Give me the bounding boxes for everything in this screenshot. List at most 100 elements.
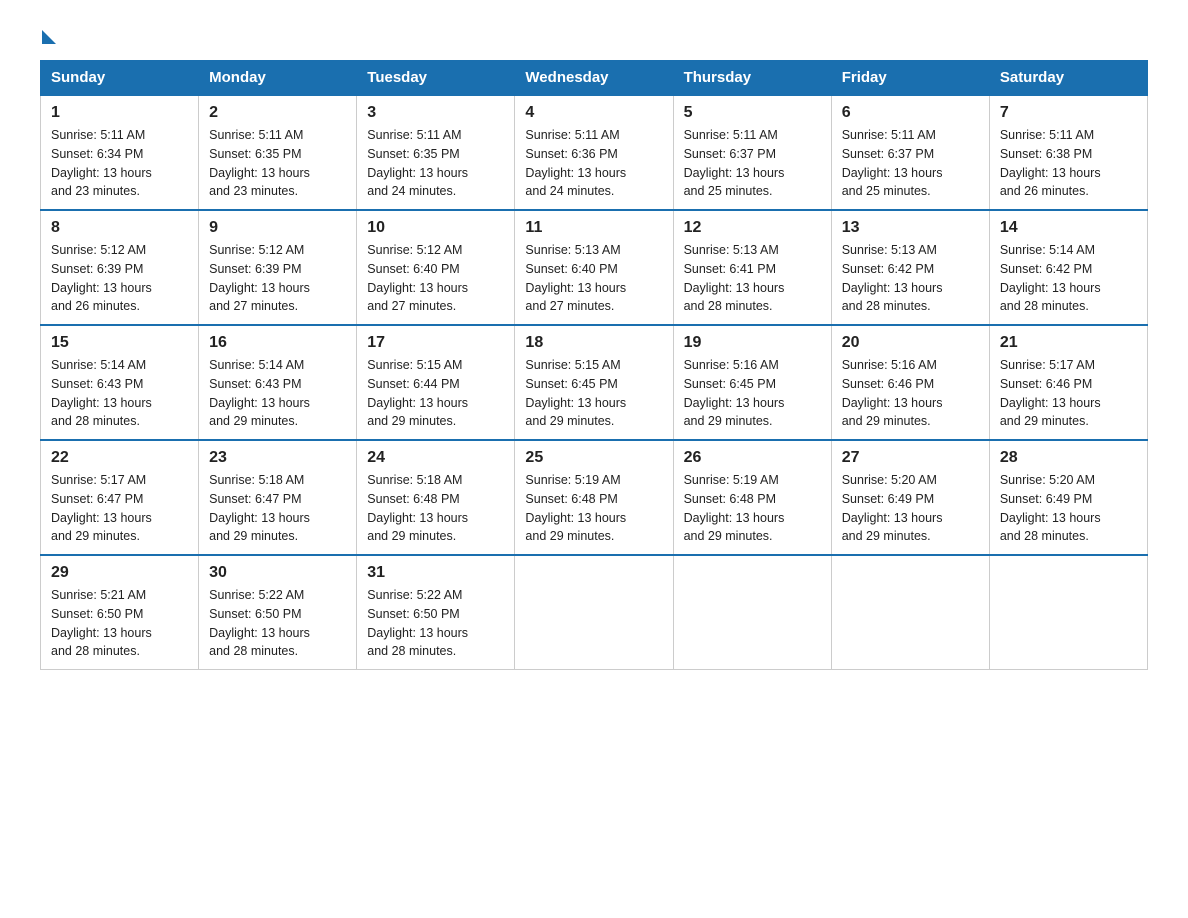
- calendar-header-row: SundayMondayTuesdayWednesdayThursdayFrid…: [41, 61, 1148, 96]
- day-info: Sunrise: 5:22 AMSunset: 6:50 PMDaylight:…: [367, 588, 468, 658]
- day-number: 5: [684, 104, 821, 122]
- calendar-cell: [673, 555, 831, 670]
- calendar-cell: 12 Sunrise: 5:13 AMSunset: 6:41 PMDaylig…: [673, 210, 831, 325]
- calendar-cell: 23 Sunrise: 5:18 AMSunset: 6:47 PMDaylig…: [199, 440, 357, 555]
- day-number: 15: [51, 334, 188, 352]
- calendar-cell: [515, 555, 673, 670]
- day-number: 10: [367, 219, 504, 237]
- calendar-cell: 26 Sunrise: 5:19 AMSunset: 6:48 PMDaylig…: [673, 440, 831, 555]
- calendar-cell: 7 Sunrise: 5:11 AMSunset: 6:38 PMDayligh…: [989, 95, 1147, 210]
- day-number: 21: [1000, 334, 1137, 352]
- day-number: 31: [367, 564, 504, 582]
- day-info: Sunrise: 5:11 AMSunset: 6:37 PMDaylight:…: [842, 128, 943, 198]
- logo: [40, 30, 56, 42]
- day-number: 30: [209, 564, 346, 582]
- weekday-header-sunday: Sunday: [41, 61, 199, 96]
- calendar-cell: 5 Sunrise: 5:11 AMSunset: 6:37 PMDayligh…: [673, 95, 831, 210]
- weekday-header-saturday: Saturday: [989, 61, 1147, 96]
- weekday-header-tuesday: Tuesday: [357, 61, 515, 96]
- day-info: Sunrise: 5:18 AMSunset: 6:48 PMDaylight:…: [367, 473, 468, 543]
- weekday-header-wednesday: Wednesday: [515, 61, 673, 96]
- calendar-cell: 30 Sunrise: 5:22 AMSunset: 6:50 PMDaylig…: [199, 555, 357, 670]
- day-info: Sunrise: 5:12 AMSunset: 6:40 PMDaylight:…: [367, 243, 468, 313]
- day-info: Sunrise: 5:20 AMSunset: 6:49 PMDaylight:…: [842, 473, 943, 543]
- day-number: 8: [51, 219, 188, 237]
- day-number: 18: [525, 334, 662, 352]
- day-info: Sunrise: 5:13 AMSunset: 6:41 PMDaylight:…: [684, 243, 785, 313]
- day-info: Sunrise: 5:14 AMSunset: 6:42 PMDaylight:…: [1000, 243, 1101, 313]
- day-info: Sunrise: 5:17 AMSunset: 6:47 PMDaylight:…: [51, 473, 152, 543]
- day-info: Sunrise: 5:12 AMSunset: 6:39 PMDaylight:…: [51, 243, 152, 313]
- calendar-cell: 18 Sunrise: 5:15 AMSunset: 6:45 PMDaylig…: [515, 325, 673, 440]
- calendar-cell: 21 Sunrise: 5:17 AMSunset: 6:46 PMDaylig…: [989, 325, 1147, 440]
- day-number: 25: [525, 449, 662, 467]
- calendar-cell: 1 Sunrise: 5:11 AMSunset: 6:34 PMDayligh…: [41, 95, 199, 210]
- day-number: 3: [367, 104, 504, 122]
- calendar-cell: 4 Sunrise: 5:11 AMSunset: 6:36 PMDayligh…: [515, 95, 673, 210]
- calendar-cell: 27 Sunrise: 5:20 AMSunset: 6:49 PMDaylig…: [831, 440, 989, 555]
- day-info: Sunrise: 5:17 AMSunset: 6:46 PMDaylight:…: [1000, 358, 1101, 428]
- calendar-cell: 9 Sunrise: 5:12 AMSunset: 6:39 PMDayligh…: [199, 210, 357, 325]
- weekday-header-thursday: Thursday: [673, 61, 831, 96]
- calendar-cell: [831, 555, 989, 670]
- day-number: 12: [684, 219, 821, 237]
- day-number: 1: [51, 104, 188, 122]
- calendar-cell: 28 Sunrise: 5:20 AMSunset: 6:49 PMDaylig…: [989, 440, 1147, 555]
- calendar-cell: 25 Sunrise: 5:19 AMSunset: 6:48 PMDaylig…: [515, 440, 673, 555]
- calendar-cell: 16 Sunrise: 5:14 AMSunset: 6:43 PMDaylig…: [199, 325, 357, 440]
- day-info: Sunrise: 5:18 AMSunset: 6:47 PMDaylight:…: [209, 473, 310, 543]
- weekday-header-friday: Friday: [831, 61, 989, 96]
- calendar-cell: 13 Sunrise: 5:13 AMSunset: 6:42 PMDaylig…: [831, 210, 989, 325]
- day-info: Sunrise: 5:21 AMSunset: 6:50 PMDaylight:…: [51, 588, 152, 658]
- day-info: Sunrise: 5:11 AMSunset: 6:36 PMDaylight:…: [525, 128, 626, 198]
- day-number: 22: [51, 449, 188, 467]
- calendar-cell: 24 Sunrise: 5:18 AMSunset: 6:48 PMDaylig…: [357, 440, 515, 555]
- calendar-week-row: 29 Sunrise: 5:21 AMSunset: 6:50 PMDaylig…: [41, 555, 1148, 670]
- calendar-cell: 31 Sunrise: 5:22 AMSunset: 6:50 PMDaylig…: [357, 555, 515, 670]
- day-number: 27: [842, 449, 979, 467]
- calendar-cell: 6 Sunrise: 5:11 AMSunset: 6:37 PMDayligh…: [831, 95, 989, 210]
- calendar-cell: 10 Sunrise: 5:12 AMSunset: 6:40 PMDaylig…: [357, 210, 515, 325]
- day-number: 16: [209, 334, 346, 352]
- calendar-week-row: 15 Sunrise: 5:14 AMSunset: 6:43 PMDaylig…: [41, 325, 1148, 440]
- day-number: 7: [1000, 104, 1137, 122]
- calendar-table: SundayMondayTuesdayWednesdayThursdayFrid…: [40, 60, 1148, 670]
- day-info: Sunrise: 5:11 AMSunset: 6:34 PMDaylight:…: [51, 128, 152, 198]
- day-info: Sunrise: 5:22 AMSunset: 6:50 PMDaylight:…: [209, 588, 310, 658]
- day-number: 2: [209, 104, 346, 122]
- day-number: 9: [209, 219, 346, 237]
- calendar-week-row: 1 Sunrise: 5:11 AMSunset: 6:34 PMDayligh…: [41, 95, 1148, 210]
- day-info: Sunrise: 5:11 AMSunset: 6:35 PMDaylight:…: [367, 128, 468, 198]
- day-number: 17: [367, 334, 504, 352]
- day-number: 6: [842, 104, 979, 122]
- day-info: Sunrise: 5:16 AMSunset: 6:46 PMDaylight:…: [842, 358, 943, 428]
- day-info: Sunrise: 5:11 AMSunset: 6:35 PMDaylight:…: [209, 128, 310, 198]
- day-info: Sunrise: 5:19 AMSunset: 6:48 PMDaylight:…: [684, 473, 785, 543]
- calendar-cell: 3 Sunrise: 5:11 AMSunset: 6:35 PMDayligh…: [357, 95, 515, 210]
- day-info: Sunrise: 5:15 AMSunset: 6:44 PMDaylight:…: [367, 358, 468, 428]
- day-info: Sunrise: 5:15 AMSunset: 6:45 PMDaylight:…: [525, 358, 626, 428]
- day-info: Sunrise: 5:14 AMSunset: 6:43 PMDaylight:…: [209, 358, 310, 428]
- day-number: 13: [842, 219, 979, 237]
- calendar-cell: 11 Sunrise: 5:13 AMSunset: 6:40 PMDaylig…: [515, 210, 673, 325]
- weekday-header-monday: Monday: [199, 61, 357, 96]
- calendar-cell: 22 Sunrise: 5:17 AMSunset: 6:47 PMDaylig…: [41, 440, 199, 555]
- day-number: 4: [525, 104, 662, 122]
- calendar-cell: 20 Sunrise: 5:16 AMSunset: 6:46 PMDaylig…: [831, 325, 989, 440]
- day-info: Sunrise: 5:11 AMSunset: 6:37 PMDaylight:…: [684, 128, 785, 198]
- calendar-cell: 2 Sunrise: 5:11 AMSunset: 6:35 PMDayligh…: [199, 95, 357, 210]
- day-info: Sunrise: 5:16 AMSunset: 6:45 PMDaylight:…: [684, 358, 785, 428]
- day-info: Sunrise: 5:20 AMSunset: 6:49 PMDaylight:…: [1000, 473, 1101, 543]
- calendar-cell: 29 Sunrise: 5:21 AMSunset: 6:50 PMDaylig…: [41, 555, 199, 670]
- day-number: 29: [51, 564, 188, 582]
- logo-triangle-icon: [42, 30, 56, 44]
- day-number: 20: [842, 334, 979, 352]
- calendar-week-row: 22 Sunrise: 5:17 AMSunset: 6:47 PMDaylig…: [41, 440, 1148, 555]
- day-info: Sunrise: 5:13 AMSunset: 6:42 PMDaylight:…: [842, 243, 943, 313]
- calendar-cell: 15 Sunrise: 5:14 AMSunset: 6:43 PMDaylig…: [41, 325, 199, 440]
- day-info: Sunrise: 5:14 AMSunset: 6:43 PMDaylight:…: [51, 358, 152, 428]
- page-header: [40, 30, 1148, 42]
- calendar-cell: [989, 555, 1147, 670]
- day-info: Sunrise: 5:11 AMSunset: 6:38 PMDaylight:…: [1000, 128, 1101, 198]
- day-number: 19: [684, 334, 821, 352]
